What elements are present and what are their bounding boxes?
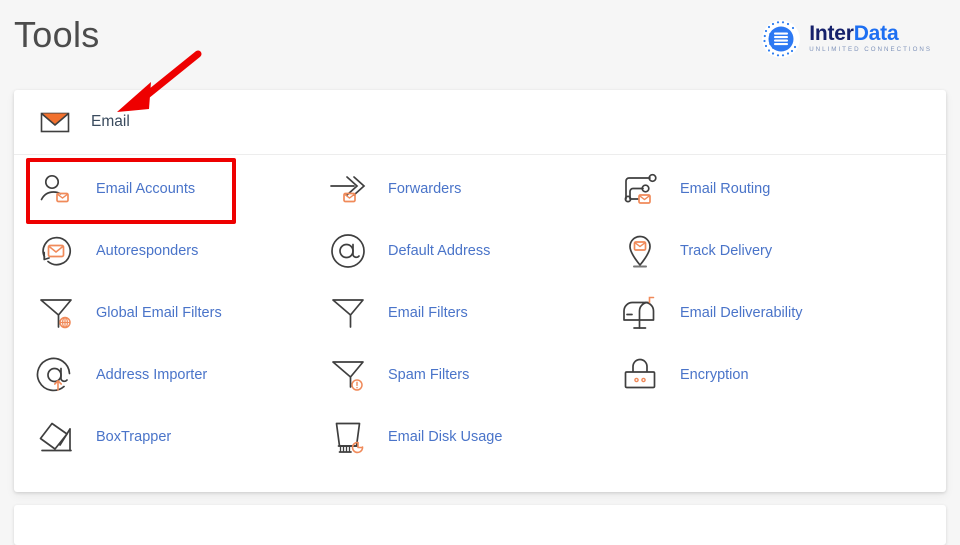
page-title: Tools <box>14 14 100 55</box>
tool-label: Email Accounts <box>96 181 196 197</box>
tool-item-spam-filters[interactable]: Spam Filters <box>328 344 598 406</box>
tool-grid: Email Accounts Forwarders Email Routing … <box>14 156 946 468</box>
mailbox-icon <box>620 293 660 333</box>
padlock-icon <box>620 355 660 395</box>
tool-item-email-routing[interactable]: Email Routing <box>620 158 890 220</box>
tool-label: Email Deliverability <box>680 305 803 321</box>
brand-tagline: UNLIMITED CONNECTIONS <box>809 46 932 53</box>
tool-item-email-deliverability[interactable]: Email Deliverability <box>620 282 890 344</box>
brand-name-part2: Data <box>853 22 899 45</box>
tool-item-track-delivery[interactable]: Track Delivery <box>620 220 890 282</box>
tool-label: Encryption <box>680 367 749 383</box>
next-card-partial <box>14 505 946 545</box>
tool-item-autoresponders[interactable]: Autoresponders <box>36 220 306 282</box>
tool-label: Autoresponders <box>96 243 199 259</box>
tool-label: BoxTrapper <box>96 429 172 445</box>
brand-logo: InterData UNLIMITED CONNECTIONS <box>760 18 932 60</box>
tool-label: Email Disk Usage <box>388 429 503 445</box>
funnel-globe-icon <box>36 293 76 333</box>
brand-wordmark: InterData UNLIMITED CONNECTIONS <box>809 23 932 55</box>
envelope-loop-arrow-icon <box>36 231 76 271</box>
tool-label: Default Address <box>388 243 491 259</box>
brand-name-part1: Inter <box>809 22 854 45</box>
tool-label: Forwarders <box>388 181 462 197</box>
routing-nodes-envelope-icon <box>620 169 660 209</box>
at-sign-upload-icon <box>36 355 76 395</box>
interdata-globe-icon <box>762 20 801 58</box>
tool-item-email-filters[interactable]: Email Filters <box>328 282 598 344</box>
funnel-alert-icon <box>328 355 368 395</box>
tool-item-email-disk-usage[interactable]: Email Disk Usage <box>328 406 598 468</box>
map-pin-envelope-icon <box>620 231 660 271</box>
tool-label: Email Filters <box>388 305 468 321</box>
group-header-email: Email <box>14 90 946 155</box>
tool-item-email-accounts[interactable]: Email Accounts <box>36 158 306 220</box>
tool-item-forwarders[interactable]: Forwarders <box>328 158 598 220</box>
page-header: Tools InterData UNLIMITED CONNECTIONS <box>0 0 960 88</box>
box-trap-icon <box>36 417 76 457</box>
tool-item-boxtrapper[interactable]: BoxTrapper <box>36 406 306 468</box>
group-header-label: Email <box>91 113 130 130</box>
envelope-icon <box>40 112 70 133</box>
tool-item-global-email-filters[interactable]: Global Email Filters <box>36 282 306 344</box>
tool-label: Track Delivery <box>680 243 773 259</box>
tool-label: Global Email Filters <box>96 305 222 321</box>
tool-item-default-address[interactable]: Default Address <box>328 220 598 282</box>
tool-label: Address Importer <box>96 367 208 383</box>
funnel-icon <box>328 293 368 333</box>
tool-item-address-importer[interactable]: Address Importer <box>36 344 306 406</box>
tools-card: Email Email Accounts Forwarders Email Ro… <box>14 90 946 492</box>
tool-label: Email Routing <box>680 181 771 197</box>
at-sign-icon <box>328 231 368 271</box>
user-envelope-icon <box>36 169 76 209</box>
tool-item-encryption[interactable]: Encryption <box>620 344 890 406</box>
tool-label: Spam Filters <box>388 367 470 383</box>
brand-name: InterData <box>809 23 932 44</box>
arrows-forward-envelope-icon <box>328 169 368 209</box>
bin-pie-chart-icon <box>328 417 368 457</box>
